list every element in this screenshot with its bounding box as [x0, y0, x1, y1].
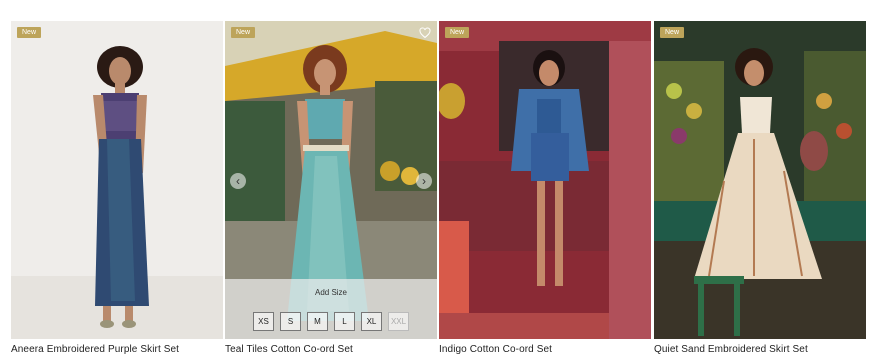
add-size-label: Add Size — [314, 288, 348, 297]
product-name[interactable]: Aneera Embroidered Purple Skirt Set — [11, 344, 179, 355]
chevron-left-icon: ‹ — [236, 174, 240, 188]
size-option-xl[interactable]: XL — [361, 312, 382, 331]
product-name[interactable]: Teal Tiles Cotton Co-ord Set — [225, 344, 353, 355]
new-badge: New — [660, 27, 685, 38]
product-image[interactable]: New — [654, 21, 866, 339]
size-option-s[interactable]: S — [280, 312, 301, 331]
product-card[interactable]: New Indigo Cotton Co-ord Set — [439, 21, 651, 355]
size-options: XS S M L XL XXL — [225, 312, 437, 331]
carousel-prev-button[interactable]: ‹ — [230, 173, 246, 189]
new-badge: New — [17, 27, 42, 38]
new-badge: New — [231, 27, 256, 38]
size-option-xs[interactable]: XS — [253, 312, 274, 331]
quick-add-size-panel: Add Size XS S M L XL XXL — [225, 279, 437, 339]
product-card[interactable]: New Quiet Sand Embroidered Skirt Set — [654, 21, 866, 355]
size-option-m[interactable]: M — [307, 312, 328, 331]
size-option-l[interactable]: L — [334, 312, 355, 331]
product-card[interactable]: New ‹ › Add Size XS S M L XL XXL Teal Ti… — [225, 21, 437, 355]
product-image[interactable]: New — [439, 21, 651, 339]
product-name[interactable]: Indigo Cotton Co-ord Set — [439, 344, 552, 355]
new-badge: New — [445, 27, 470, 38]
product-name[interactable]: Quiet Sand Embroidered Skirt Set — [654, 344, 808, 355]
wishlist-heart-icon[interactable] — [419, 27, 431, 39]
product-image[interactable]: New ‹ › Add Size XS S M L XL XXL — [225, 21, 437, 339]
chevron-right-icon: › — [422, 174, 426, 188]
carousel-next-button[interactable]: › — [416, 173, 432, 189]
size-option-xxl: XXL — [388, 312, 409, 331]
product-image[interactable]: New — [11, 21, 223, 339]
product-card[interactable]: New Aneera Embroidered Purple Skirt Set — [11, 21, 223, 355]
